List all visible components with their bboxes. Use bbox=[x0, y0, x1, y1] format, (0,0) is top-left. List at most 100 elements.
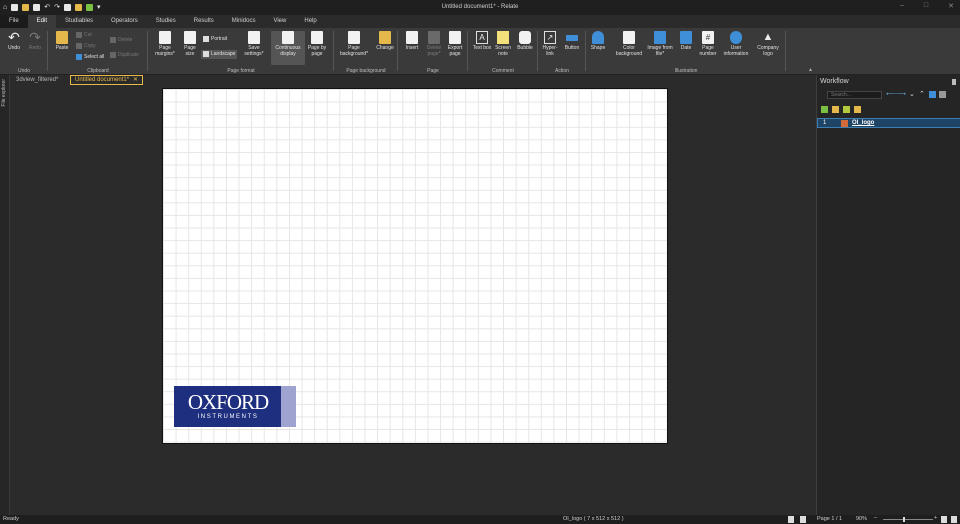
ribbon-tabs: File Edit Studiables Operators Studies R… bbox=[0, 15, 960, 28]
illustration-group: Shape Color background Image from file* … bbox=[586, 28, 786, 75]
landscape-button[interactable]: Landscape bbox=[201, 50, 238, 59]
bubble-icon bbox=[519, 31, 531, 44]
calendar-icon bbox=[680, 31, 692, 44]
page-group: Insert Delete page* Export page Page bbox=[398, 28, 468, 75]
duplicate-button[interactable]: Duplicate bbox=[110, 51, 139, 60]
status-text: Ready bbox=[3, 516, 19, 522]
shape-button[interactable]: Shape bbox=[588, 31, 608, 52]
tab-help[interactable]: Help bbox=[295, 15, 325, 28]
page-layout-icon[interactable] bbox=[800, 516, 806, 523]
workflow-item-name: OI_logo bbox=[852, 120, 875, 126]
filter-icon[interactable] bbox=[843, 106, 850, 113]
page-background-button[interactable]: Page background* bbox=[336, 31, 372, 57]
page-view-icon[interactable] bbox=[788, 516, 794, 523]
workflow-search-input[interactable]: Search... bbox=[827, 91, 882, 99]
oi-logo-image[interactable]: OXFORD INSTRUMENTS bbox=[174, 386, 296, 427]
paste-button[interactable]: Paste bbox=[52, 31, 72, 52]
export-page-button[interactable]: Export page bbox=[445, 31, 465, 57]
window-title: Untitled document1* - Relate bbox=[441, 4, 519, 10]
delete-button[interactable]: Delete bbox=[110, 36, 132, 45]
screen-note-icon bbox=[497, 31, 509, 44]
color-background-button[interactable]: Color background bbox=[612, 31, 646, 57]
group-label: Action bbox=[555, 68, 569, 74]
page-size-button[interactable]: Page size bbox=[180, 31, 200, 57]
hyperlink-button[interactable]: ↗ Hyper- link bbox=[540, 31, 560, 57]
run-icon[interactable] bbox=[832, 106, 839, 113]
tab-studiables[interactable]: Studiables bbox=[56, 15, 102, 28]
document-page[interactable]: OXFORD INSTRUMENTS bbox=[162, 88, 668, 444]
status-bar: Ready OI_logo ( 7 x 512 x 512 ) Page 1 /… bbox=[0, 515, 960, 524]
redo-button[interactable]: ↷ Redo bbox=[25, 29, 45, 52]
user-icon bbox=[730, 31, 742, 44]
window-controls: – □ ✕ bbox=[900, 2, 954, 10]
chevron-down-icon[interactable]: ⌄ bbox=[909, 91, 916, 98]
zoom-slider-thumb[interactable] bbox=[903, 517, 905, 522]
company-logo-button[interactable]: ▲ Company logo bbox=[752, 31, 784, 57]
paste-icon bbox=[56, 31, 68, 44]
text-box-button[interactable]: A Text box bbox=[472, 31, 492, 52]
continuous-display-button[interactable]: Continuous display bbox=[271, 31, 305, 65]
tab-edit[interactable]: Edit bbox=[27, 15, 57, 28]
fit-page-icon[interactable] bbox=[941, 516, 947, 523]
user-information-button[interactable]: User information bbox=[720, 31, 752, 57]
page-size-icon bbox=[184, 31, 196, 44]
zoom-slider[interactable] bbox=[883, 519, 933, 520]
pin-icon[interactable] bbox=[952, 79, 956, 85]
zoom-in-button[interactable]: + bbox=[934, 515, 937, 521]
change-background-icon bbox=[379, 31, 391, 44]
tab-3dview-filtered[interactable]: 3dview_filtered* bbox=[12, 75, 62, 85]
file-explorer-strip[interactable]: File explorer bbox=[0, 75, 10, 515]
change-background-button[interactable]: Change bbox=[374, 31, 396, 52]
delete-icon bbox=[110, 36, 116, 43]
cut-button[interactable]: Cut bbox=[76, 31, 92, 40]
bubble-button[interactable]: Bubble bbox=[514, 31, 536, 52]
group-label: Illustration bbox=[674, 68, 698, 74]
settings-icon[interactable] bbox=[939, 91, 946, 98]
image-from-file-button[interactable]: Image from file* bbox=[646, 31, 674, 57]
tab-results[interactable]: Results bbox=[185, 15, 223, 28]
collapse-ribbon-icon[interactable]: ▴ bbox=[809, 66, 812, 73]
close-button[interactable]: ✕ bbox=[948, 2, 954, 10]
folder-dropdown-icon[interactable] bbox=[854, 106, 861, 113]
tab-untitled-document[interactable]: Untitled document1* ✕ bbox=[70, 75, 144, 85]
group-label: Page background bbox=[346, 68, 386, 74]
date-button[interactable]: Date bbox=[675, 31, 697, 52]
maximize-button[interactable]: □ bbox=[924, 2, 928, 10]
add-operator-icon[interactable] bbox=[821, 106, 828, 113]
portrait-button[interactable]: Portrait bbox=[203, 35, 227, 44]
mountain-icon: ▲ bbox=[762, 31, 774, 43]
redo-icon: ↷ bbox=[29, 29, 41, 45]
cut-icon bbox=[76, 31, 82, 38]
workflow-item[interactable]: 1 OI_logo bbox=[817, 118, 960, 128]
document-canvas[interactable]: OXFORD INSTRUMENTS bbox=[11, 85, 814, 515]
fit-width-icon[interactable] bbox=[951, 516, 957, 523]
group-label: Comment bbox=[492, 68, 514, 74]
button-icon bbox=[566, 35, 578, 41]
tab-operators[interactable]: Operators bbox=[102, 15, 147, 28]
tab-view[interactable]: View bbox=[264, 15, 295, 28]
tab-studies[interactable]: Studies bbox=[147, 15, 185, 28]
screen-note-button[interactable]: Screen note bbox=[493, 31, 513, 57]
page-by-page-button[interactable]: Page by page bbox=[306, 31, 328, 57]
close-tab-icon[interactable]: ✕ bbox=[133, 77, 138, 83]
delete-page-button[interactable]: Delete page* bbox=[423, 31, 445, 57]
chevron-up-icon[interactable]: ⌃ bbox=[919, 91, 926, 98]
clipboard-group: Paste Cut Copy Select all Delete Duplica… bbox=[48, 28, 148, 75]
action-button-button[interactable]: Button bbox=[561, 31, 583, 52]
minimize-button[interactable]: – bbox=[900, 2, 904, 10]
copy-button[interactable]: Copy bbox=[76, 42, 96, 51]
arrow-right-icon[interactable]: ⟶ bbox=[896, 91, 906, 98]
check-icon[interactable] bbox=[929, 91, 936, 98]
insert-page-button[interactable]: Insert bbox=[402, 31, 422, 52]
workflow-item-index: 1 bbox=[823, 120, 827, 126]
arrow-left-icon[interactable]: ⟵ bbox=[886, 91, 896, 98]
tab-minidocs[interactable]: Minidocs bbox=[223, 15, 265, 28]
save-settings-button[interactable]: Save settings* bbox=[242, 31, 266, 57]
group-label: Page bbox=[427, 68, 439, 74]
zoom-out-button[interactable]: – bbox=[874, 515, 877, 521]
tab-file[interactable]: File bbox=[0, 15, 28, 28]
page-margins-button[interactable]: Page margins* bbox=[152, 31, 178, 57]
undo-button[interactable]: ↶ Undo bbox=[4, 30, 24, 52]
select-all-button[interactable]: Select all bbox=[76, 53, 104, 62]
page-number-button[interactable]: # Page number bbox=[697, 31, 719, 57]
